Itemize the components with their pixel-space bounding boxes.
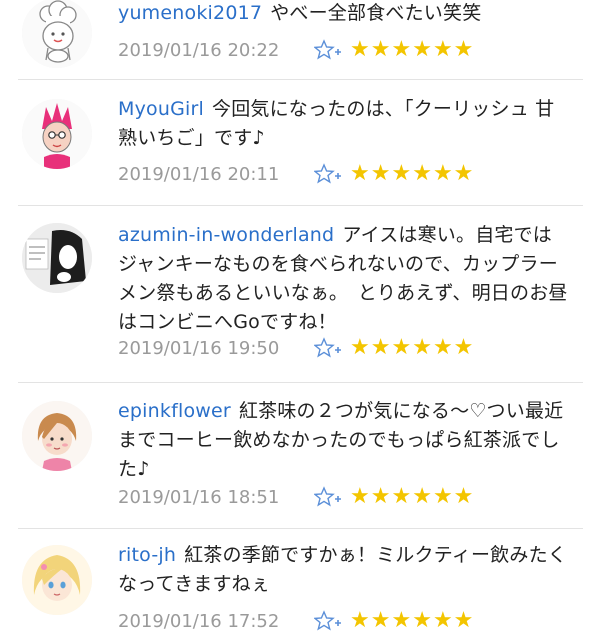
star-icon: ★ (350, 335, 370, 360)
comment-text: MyouGirl 今回気になったのは、「クーリッシュ 甘熟いちご」です♪ (118, 95, 570, 153)
comment-text: epinkflower 紅茶味の２つが気になる〜♡つい最近までコーヒー飲めなかった… (118, 397, 570, 484)
star-icon: ★ (350, 484, 370, 509)
comment-body: 紅茶の季節ですかぁ！ミルクティー飲みたくなってきますねぇ (118, 544, 567, 595)
comment-date: 2019/01/16 18:51 (118, 486, 280, 508)
comment-text: azumin-in-wonderland アイスは寒い。自宅ではジャンキーなものを… (118, 221, 570, 337)
comment-meta: 2019/01/16 20:11 ★ ★ ★ ★ ★ ★ (118, 159, 473, 189)
avatar[interactable] (22, 401, 92, 471)
comment-meta: 2019/01/16 17:52 ★ ★ ★ ★ ★ ★ (118, 606, 473, 636)
rating-stars: ★ ★ ★ ★ ★ ★ (350, 486, 473, 508)
avatar[interactable] (22, 545, 92, 615)
star-icon: ★ (453, 608, 474, 633)
comment-date: 2019/01/16 20:11 (118, 163, 280, 185)
rating-stars: ★ ★ ★ ★ ★ ★ (350, 163, 473, 185)
star-plus-icon[interactable] (314, 486, 342, 508)
anime-girl-icon (22, 545, 92, 615)
girl-character-icon (22, 401, 92, 471)
star-icon: ★ (453, 161, 474, 186)
star-icon: ★ (370, 608, 391, 633)
comment-meta: 2019/01/16 20:22 ★ ★ ★ ★ ★ ★ (118, 35, 473, 65)
comment-body: やべー全部食べたい笑笑 (270, 2, 482, 24)
star-plus-icon[interactable] (314, 163, 342, 185)
star-icon: ★ (453, 484, 474, 509)
star-plus-icon[interactable] (314, 337, 342, 359)
comment-date: 2019/01/16 20:22 (118, 39, 280, 61)
divider (18, 205, 583, 206)
star-icon: ★ (432, 335, 453, 360)
star-icon: ★ (432, 484, 453, 509)
star-icon: ★ (453, 37, 474, 62)
star-icon: ★ (370, 484, 391, 509)
username-link[interactable]: MyouGirl (118, 98, 204, 120)
comment-meta: 2019/01/16 18:51 ★ ★ ★ ★ ★ ★ (118, 482, 473, 512)
star-plus-icon[interactable] (314, 39, 342, 61)
star-icon: ★ (391, 608, 412, 633)
rating-stars: ★ ★ ★ ★ ★ ★ (350, 337, 473, 359)
star-icon: ★ (412, 608, 432, 633)
star-icon: ★ (412, 484, 432, 509)
star-icon: ★ (432, 161, 453, 186)
avatar[interactable] (22, 0, 92, 68)
star-icon: ★ (412, 335, 432, 360)
star-icon: ★ (412, 161, 432, 186)
pink-hair-character-icon (22, 99, 92, 169)
star-icon: ★ (370, 161, 391, 186)
star-icon: ★ (391, 335, 412, 360)
star-icon: ★ (350, 608, 370, 633)
divider (18, 79, 583, 80)
divider (18, 528, 583, 529)
star-plus-icon[interactable] (314, 610, 342, 632)
rating-stars: ★ ★ ★ ★ ★ ★ (350, 39, 473, 61)
divider (18, 382, 583, 383)
username-link[interactable]: azumin-in-wonderland (118, 224, 334, 246)
rating-stars: ★ ★ ★ ★ ★ ★ (350, 610, 473, 632)
star-icon: ★ (350, 37, 370, 62)
star-icon: ★ (370, 37, 391, 62)
star-icon: ★ (391, 37, 412, 62)
star-icon: ★ (432, 37, 453, 62)
comment-date: 2019/01/16 19:50 (118, 337, 280, 359)
star-icon: ★ (453, 335, 474, 360)
comment-text: yumenoki2017 やべー全部食べたい笑笑 (118, 0, 570, 28)
star-icon: ★ (391, 484, 412, 509)
username-link[interactable]: epinkflower (118, 400, 231, 422)
comment-text: rito-jh 紅茶の季節ですかぁ！ミルクティー飲みたくなってきますねぇ (118, 541, 570, 599)
avatar[interactable] (22, 223, 92, 293)
star-icon: ★ (391, 161, 412, 186)
chef-character-icon (22, 0, 92, 68)
username-link[interactable]: rito-jh (118, 544, 176, 566)
username-link[interactable]: yumenoki2017 (118, 2, 262, 24)
comment-date: 2019/01/16 17:52 (118, 610, 280, 632)
avatar[interactable] (22, 99, 92, 169)
star-icon: ★ (370, 335, 391, 360)
star-icon: ★ (350, 161, 370, 186)
star-icon: ★ (412, 37, 432, 62)
comment-list: yumenoki2017 やべー全部食べたい笑笑 2019/01/16 20:22… (0, 0, 593, 640)
comment-meta: 2019/01/16 19:50 ★ ★ ★ ★ ★ ★ (118, 333, 473, 363)
photo-avatar-icon (22, 223, 92, 293)
star-icon: ★ (432, 608, 453, 633)
